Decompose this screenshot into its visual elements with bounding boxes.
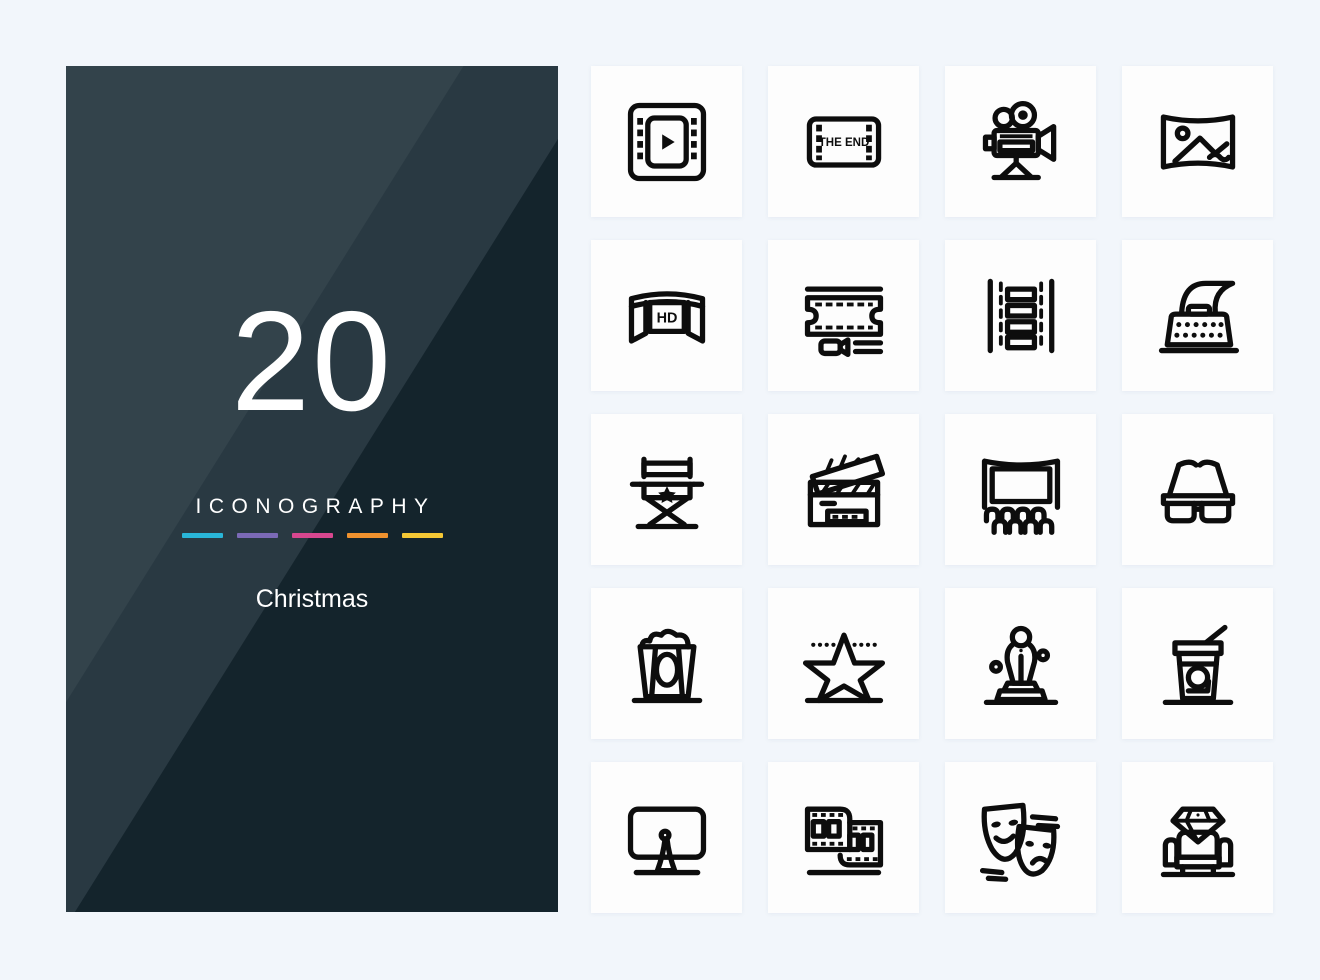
icon-cell-popcorn-box[interactable]: [591, 588, 742, 739]
theatre-masks-icon: [979, 802, 1060, 882]
icon-cell-film-reel-strips[interactable]: [768, 762, 919, 913]
premium-cinema-seat-icon: [1160, 806, 1235, 877]
icon-cell-tv-monitor[interactable]: [591, 762, 742, 913]
typewriter-icon: [1158, 280, 1239, 353]
picture-landscape-icon: [1160, 113, 1235, 170]
hd-screen-icon: HD: [628, 290, 705, 344]
icon-cell-movie-camera-tripod[interactable]: [945, 66, 1096, 217]
slide-canvas: 20 ICONOGRAPHY Christmas THE END HD: [0, 0, 1320, 980]
cover-content: 20 ICONOGRAPHY Christmas: [66, 66, 558, 912]
clapperboard-icon: [807, 453, 885, 527]
movie-camera-tripod-icon: [982, 100, 1056, 180]
bar-orange: [346, 533, 388, 538]
accent-bar-row: [181, 533, 443, 538]
award-trophy-icon: [983, 625, 1058, 705]
cover-subject: Christmas: [255, 585, 369, 613]
3d-glasses-icon: [1160, 459, 1235, 523]
tv-monitor-icon: [627, 806, 706, 875]
icon-cell-clapperboard[interactable]: [768, 414, 919, 565]
icon-cell-director-chair[interactable]: [591, 414, 742, 565]
the-end-label: THE END: [818, 136, 869, 148]
icon-count: 20: [231, 282, 393, 441]
icon-cell-movie-ticket[interactable]: [768, 240, 919, 391]
hd-label: HD: [656, 310, 677, 326]
popcorn-box-icon: [631, 628, 702, 703]
icon-cell-walk-of-fame-star[interactable]: [768, 588, 919, 739]
cover-panel: 20 ICONOGRAPHY Christmas: [66, 66, 558, 912]
director-chair-icon: [629, 456, 704, 529]
bar-yellow: [401, 533, 443, 538]
icon-cell-hd-screen[interactable]: HD: [591, 240, 742, 391]
cover-heading: ICONOGRAPHY: [195, 495, 436, 518]
icon-cell-premium-cinema-seat[interactable]: [1122, 762, 1273, 913]
icon-grid: THE END HD: [591, 66, 1275, 913]
icon-cell-award-trophy[interactable]: [945, 588, 1096, 739]
icon-cell-typewriter[interactable]: [1122, 240, 1273, 391]
icon-cell-video-player-frame[interactable]: [591, 66, 742, 217]
icon-cell-picture-landscape[interactable]: [1122, 66, 1273, 217]
film-strip-vertical-icon: [987, 278, 1054, 353]
film-reel-strips-icon: [804, 806, 883, 875]
icon-cell-the-end-film-frame[interactable]: THE END: [768, 66, 919, 217]
movie-ticket-icon: [804, 285, 883, 357]
icon-cell-soda-cup-straw[interactable]: [1122, 588, 1273, 739]
bar-purple: [236, 533, 278, 538]
video-player-frame-icon: [627, 102, 706, 181]
icon-cell-film-strip-vertical[interactable]: [945, 240, 1096, 391]
cinema-screen-seats-icon: [981, 458, 1060, 535]
icon-cell-cinema-screen-seats[interactable]: [945, 414, 1096, 565]
the-end-film-frame-icon: THE END: [806, 115, 881, 168]
walk-of-fame-star-icon: [802, 632, 885, 703]
icon-cell-3d-glasses[interactable]: [1122, 414, 1273, 565]
icon-cell-theatre-masks[interactable]: [945, 762, 1096, 913]
soda-cup-straw-icon: [1162, 624, 1233, 705]
bar-pink: [291, 533, 333, 538]
bar-cyan: [181, 533, 223, 538]
